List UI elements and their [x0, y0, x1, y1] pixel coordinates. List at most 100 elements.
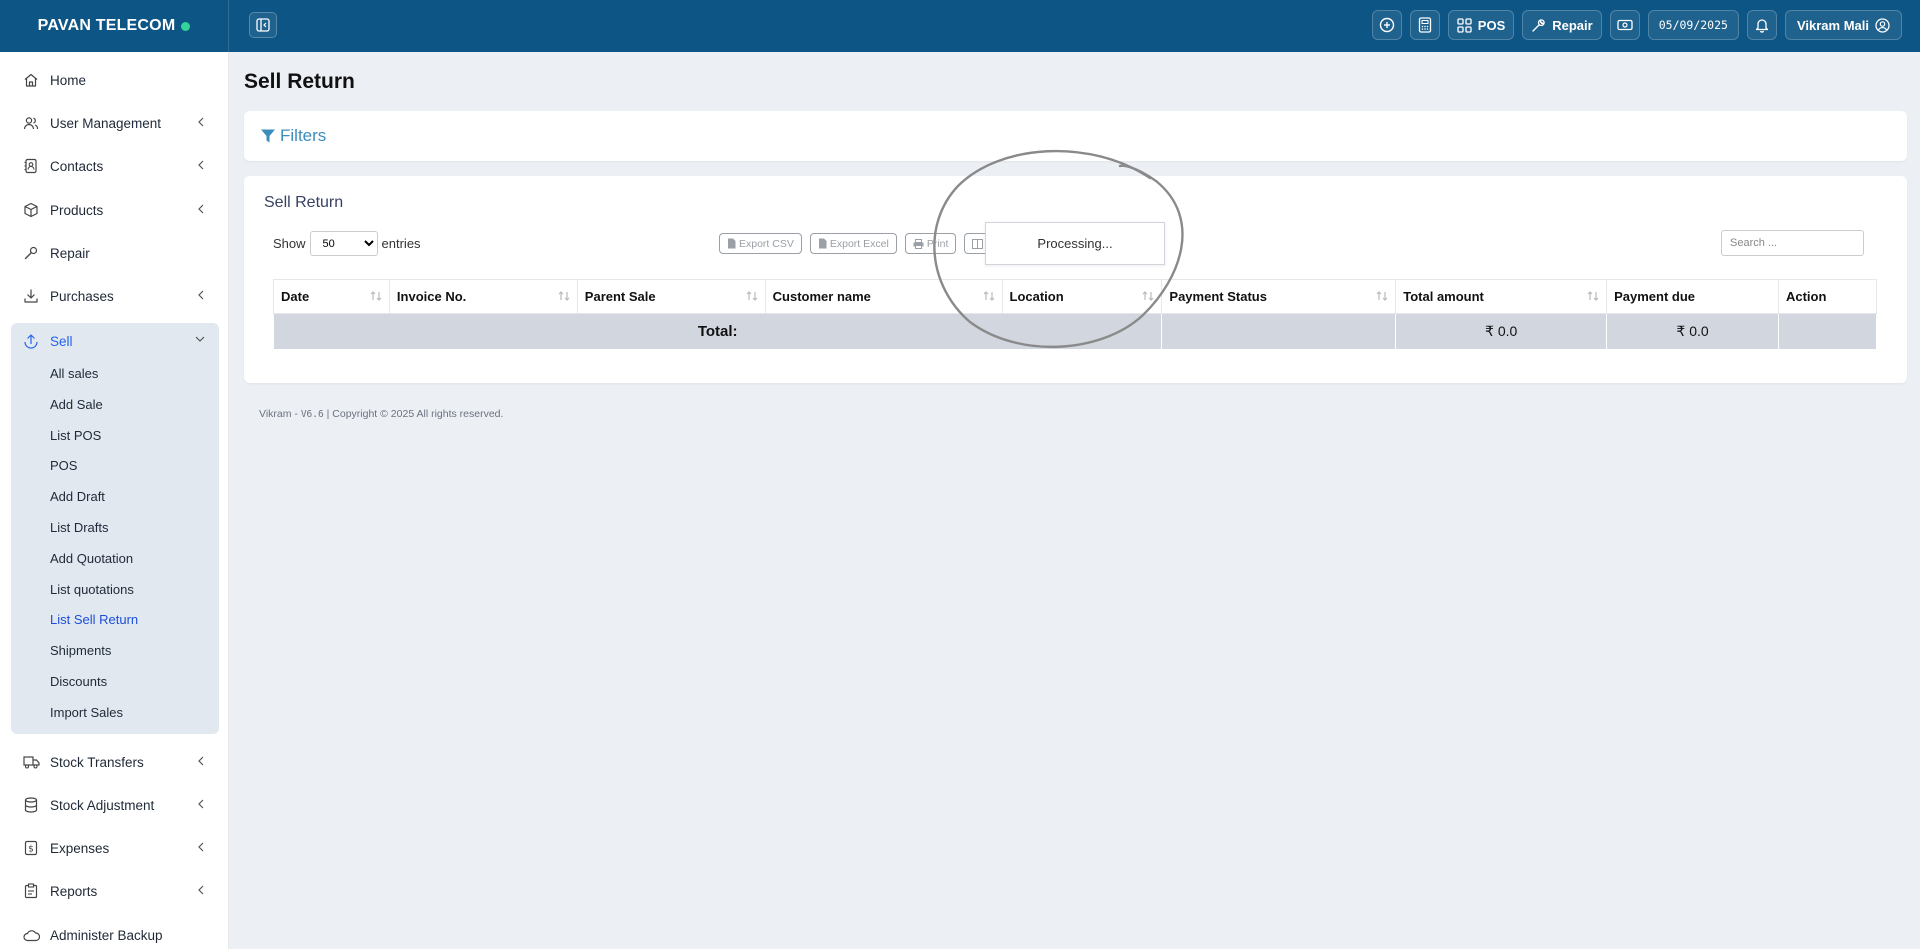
print-button[interactable]: Print	[904, 233, 957, 254]
export-csv-button[interactable]: Export CSV	[719, 233, 802, 254]
submenu-list-pos[interactable]: List POS	[50, 425, 101, 445]
sidebar-item-products[interactable]: Products	[0, 192, 228, 228]
column-header-customer-name[interactable]: Customer name	[764, 279, 1003, 314]
column-label: Action	[1785, 289, 1827, 304]
filter-icon	[261, 129, 275, 143]
sidebar-item-label: Stock Adjustment	[50, 797, 155, 813]
column-label: Customer name	[772, 289, 871, 304]
sidebar-item-label: Reports	[50, 883, 98, 899]
column-label: Total amount	[1403, 289, 1484, 304]
total-label: Total:	[272, 313, 1163, 350]
cash-register-button[interactable]	[1609, 10, 1640, 40]
dollar-icon: $	[22, 839, 40, 857]
download-icon	[22, 287, 40, 305]
repair-button[interactable]: Repair	[1522, 10, 1602, 40]
sell-return-table: Date Invoice No. Parent Sale Customer na…	[272, 279, 1878, 350]
submenu-add-quotation[interactable]: Add Quotation	[50, 548, 133, 568]
filters-label: Filters	[280, 126, 327, 145]
print-label: Print	[926, 237, 949, 250]
chevron-left-icon	[198, 756, 204, 766]
sidebar-item-purchases[interactable]: Purchases	[0, 278, 228, 314]
repair-label: Repair	[1552, 17, 1593, 33]
notifications-button[interactable]	[1746, 10, 1777, 40]
sell-menu-group: Sell All sales Add Sale List POS POS Add…	[11, 323, 219, 734]
bell-icon	[1755, 19, 1769, 33]
address-book-icon	[22, 157, 40, 175]
sidebar-toggle-button[interactable]	[249, 12, 277, 38]
filters-panel[interactable]: Filters	[244, 111, 1907, 161]
sidebar-item-home[interactable]: Home	[0, 62, 228, 98]
export-excel-label: Export Excel	[829, 237, 889, 250]
processing-indicator: Processing...	[985, 222, 1165, 265]
export-csv-label: Export CSV	[739, 237, 794, 250]
sidebar-item-label: Purchases	[50, 288, 114, 304]
entries-label: entries	[381, 236, 421, 251]
search-input[interactable]	[1721, 230, 1864, 256]
column-header-payment-due[interactable]: Payment due	[1606, 279, 1779, 314]
submenu-pos[interactable]: POS	[50, 455, 77, 475]
show-label: Show	[273, 236, 306, 251]
sidebar-item-label: Contacts	[50, 158, 104, 174]
submenu-shipments[interactable]: Shipments	[50, 640, 111, 660]
user-menu-button[interactable]: Vikram Mali	[1784, 10, 1902, 40]
processing-text: Processing...	[1037, 236, 1113, 251]
column-header-payment-status[interactable]: Payment Status	[1161, 279, 1397, 314]
table-footer-total-row: Total: ₹ 0.0 ₹ 0.0	[272, 313, 1878, 350]
user-circle-icon	[1875, 17, 1890, 33]
top-navbar: PAVAN TELECOM POS Repair 05/09/2025 Vikr…	[0, 0, 1920, 52]
column-header-total-amount[interactable]: Total amount	[1395, 279, 1608, 314]
submenu-list-sell-return[interactable]: List Sell Return	[50, 609, 138, 629]
sidebar-item-expenses[interactable]: $ Expenses	[0, 830, 228, 866]
sidebar-item-administer-backup[interactable]: Administer Backup	[0, 917, 228, 949]
sort-icon	[1376, 291, 1388, 301]
plus-circle-icon	[1379, 17, 1394, 33]
footer-version: V6.6	[300, 409, 324, 420]
sidebar-item-label: Repair	[50, 245, 90, 261]
column-header-location[interactable]: Location	[1001, 279, 1163, 314]
add-button[interactable]	[1371, 10, 1402, 40]
chevron-left-icon	[198, 799, 204, 809]
user-name: Vikram Mali	[1796, 17, 1869, 33]
sidebar-item-label: Stock Transfers	[50, 754, 144, 770]
column-header-invoice-no[interactable]: Invoice No.	[388, 279, 578, 314]
submenu-list-drafts[interactable]: List Drafts	[50, 517, 109, 537]
money-icon	[1617, 19, 1633, 31]
pos-button[interactable]: POS	[1447, 10, 1515, 40]
footer: Vikram - V6.6 | Copyright © 2025 All rig…	[259, 408, 503, 420]
sidebar-collapse-icon	[256, 18, 270, 32]
brand-logo[interactable]: PAVAN TELECOM	[0, 0, 229, 52]
users-icon	[22, 114, 40, 132]
column-label: Invoice No.	[396, 289, 467, 304]
submenu-add-draft[interactable]: Add Draft	[50, 486, 105, 506]
columns-icon	[972, 238, 984, 249]
sidebar-item-reports[interactable]: Reports	[0, 873, 228, 909]
sidebar-item-contacts[interactable]: Contacts	[0, 148, 228, 184]
page-length-select[interactable]: 50	[309, 231, 378, 256]
submenu-import-sales[interactable]: Import Sales	[50, 702, 123, 722]
sidebar-item-repair[interactable]: Repair	[0, 235, 228, 271]
sidebar-item-stock-adjustment[interactable]: Stock Adjustment	[0, 787, 228, 823]
calculator-button[interactable]	[1409, 10, 1440, 40]
column-header-date[interactable]: Date	[273, 279, 390, 314]
sidebar-item-label: User Management	[50, 115, 162, 131]
sidebar-item-stock-transfers[interactable]: Stock Transfers	[0, 744, 228, 780]
file-excel-icon	[818, 238, 827, 249]
file-icon	[728, 238, 736, 249]
submenu-all-sales[interactable]: All sales	[50, 363, 98, 383]
column-label: Date	[281, 289, 310, 304]
print-icon	[913, 238, 924, 249]
current-date: 05/09/2025	[1647, 10, 1739, 40]
page-length-control: Show 50 entries	[273, 231, 421, 256]
submenu-add-sale[interactable]: Add Sale	[50, 394, 103, 414]
column-header-parent-sale[interactable]: Parent Sale	[576, 279, 766, 314]
sidebar-item-sell[interactable]: Sell	[11, 323, 219, 359]
report-icon	[22, 882, 40, 900]
footer-author: Vikram -	[259, 408, 298, 420]
submenu-discounts[interactable]: Discounts	[50, 671, 107, 691]
sidebar-item-user-management[interactable]: User Management	[0, 105, 228, 141]
card-title: Sell Return	[264, 194, 344, 211]
sidebar-item-label: Administer Backup	[50, 927, 163, 943]
submenu-list-quotations[interactable]: List quotations	[50, 579, 134, 599]
export-excel-button[interactable]: Export Excel	[809, 233, 897, 254]
sort-icon	[370, 291, 382, 301]
